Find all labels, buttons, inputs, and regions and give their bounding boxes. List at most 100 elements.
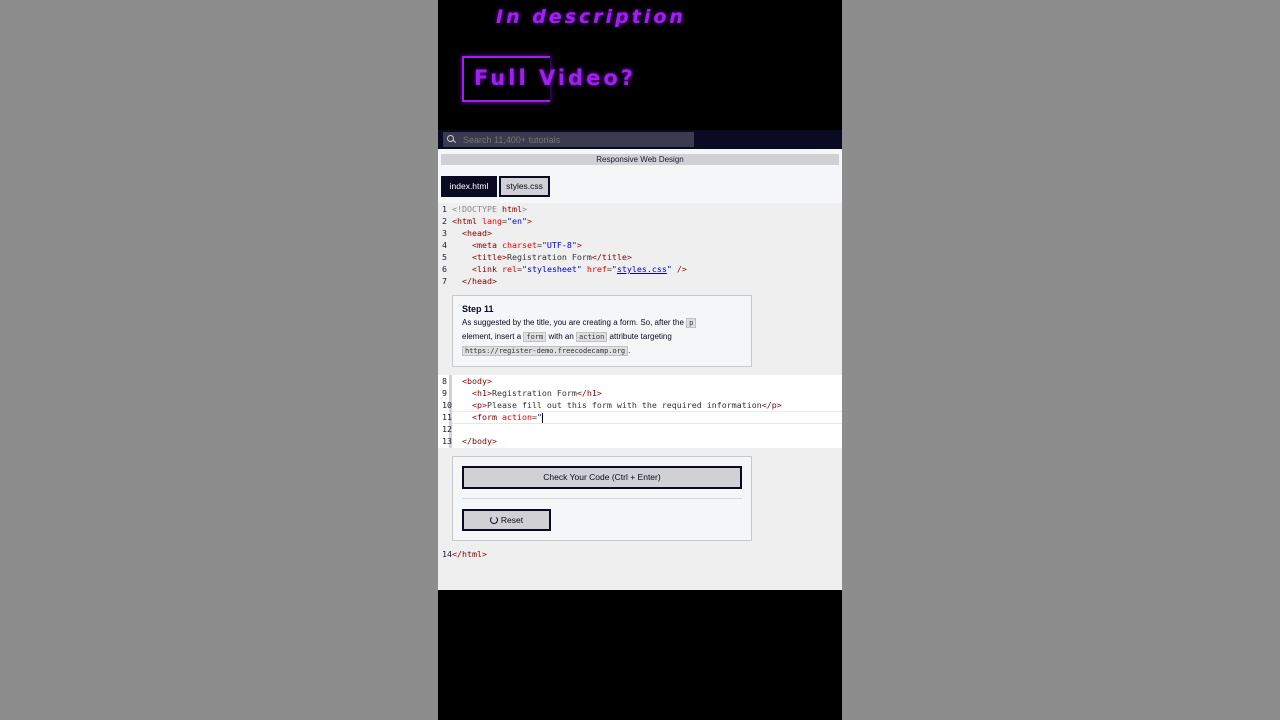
step-text-1: As suggested by the title, you are creat… [462, 318, 687, 327]
code-token: </title> [591, 252, 632, 262]
promo-subheading: Full Video? [474, 66, 636, 90]
blurred-background-left [0, 0, 438, 720]
reset-button[interactable]: Reset [462, 509, 551, 531]
lesson-content: Responsive Web Design index.html styles.… [438, 149, 842, 590]
code-token: <h1> [471, 388, 492, 398]
code-token: <head> [462, 228, 492, 238]
code-token: <html [452, 216, 482, 226]
step-instructions: Step 11 As suggested by the title, you a… [452, 295, 752, 367]
line-number: 6 [442, 264, 447, 274]
code-token: > [526, 216, 532, 226]
line-number: 8 [442, 376, 447, 386]
code-text: <meta charset="UTF-8"> [452, 239, 582, 251]
promo-heading: In description [496, 6, 686, 28]
code-text: <form action=" [452, 411, 543, 423]
code-token: > [576, 240, 582, 250]
code-text: <!DOCTYPE html> [452, 203, 527, 215]
code-token: <body> [462, 376, 492, 386]
line-number: 12 [442, 424, 452, 434]
divider [462, 498, 742, 499]
code-token: <link [471, 264, 502, 274]
code-token: "UTF-8" [541, 240, 577, 250]
code-token: styles.css [616, 264, 667, 274]
step-text-4: attribute targeting [607, 332, 672, 341]
code-token: "stylesheet" [521, 264, 587, 274]
code-token: <p> [471, 400, 487, 410]
code-token: html [501, 204, 522, 214]
code-token: <form [471, 412, 502, 422]
code-text: <link rel="stylesheet" href="styles.css"… [452, 263, 687, 275]
breadcrumb[interactable]: Responsive Web Design [441, 154, 839, 165]
inline-code-form: form [523, 332, 547, 342]
line-number: 9 [442, 388, 447, 398]
code-text: </head> [452, 275, 497, 287]
code-text: <html lang="en"> [452, 215, 532, 227]
inline-code-p: p [686, 318, 697, 328]
code-token: Registration Form [506, 252, 592, 262]
step-text-2: element, insert a [462, 332, 524, 341]
code-text: <body> [452, 375, 492, 387]
step-description: As suggested by the title, you are creat… [462, 316, 742, 358]
tab-styles-css[interactable]: styles.css [499, 176, 550, 197]
line-number: 13 [442, 436, 452, 446]
step-text-5: . [628, 346, 631, 355]
code-token: </head> [462, 276, 497, 286]
editable-region[interactable]: 8 <body> 9 <h1>Registration Form</h1> 10 <… [438, 375, 842, 448]
code-text: <h1>Registration Form</h1> [452, 387, 602, 399]
code-text: </body> [452, 435, 497, 447]
step-text-3: with an [546, 332, 577, 341]
text-cursor [541, 412, 543, 423]
step-title: Step 11 [462, 304, 494, 314]
code-token: lang [481, 216, 502, 226]
code-text: </html> [452, 548, 487, 560]
code-token: </body> [462, 436, 497, 446]
code-token: "en" [506, 216, 527, 226]
code-token: action [501, 412, 532, 422]
tab-index-html[interactable]: index.html [441, 176, 497, 197]
code-token: href [586, 264, 607, 274]
code-token: rel [501, 264, 517, 274]
code-token: Please fill out this form with the requi… [486, 400, 762, 410]
code-text: <head> [452, 227, 492, 239]
code-token: </p> [761, 400, 782, 410]
blurred-background-right [842, 0, 1280, 720]
code-text: <title>Registration Form</title> [452, 251, 632, 263]
inline-code-action: action [576, 332, 608, 342]
code-token: charset [501, 240, 537, 250]
inline-code-url: https://register-demo.freecodecamp.org [462, 346, 629, 356]
reset-label: Reset [500, 515, 524, 525]
video-frame: In description Full Video? Responsive We… [438, 0, 842, 720]
line-number: 4 [442, 240, 447, 250]
line-number: 3 [442, 228, 447, 238]
top-navbar [438, 130, 842, 149]
code-token: <!DOCTYPE [452, 204, 502, 214]
code-token: /> [676, 264, 687, 274]
line-number: 11 [442, 412, 452, 422]
code-editor[interactable]: 1 <!DOCTYPE html> 2 <html lang="en"> 3 <head… [438, 203, 842, 590]
line-number: 10 [442, 400, 452, 410]
search-input[interactable] [463, 134, 683, 145]
line-number: 2 [442, 216, 447, 226]
code-token: > [521, 204, 527, 214]
line-number: 14 [442, 549, 452, 559]
line-number: 7 [442, 276, 447, 286]
code-token: Registration Form [491, 388, 577, 398]
search-bar[interactable] [443, 132, 694, 147]
code-token: </html> [452, 549, 487, 559]
code-text: <p>Please fill out this form with the re… [452, 399, 782, 411]
check-code-button[interactable]: Check Your Code (Ctrl + Enter) [462, 466, 742, 489]
code-token: </h1> [576, 388, 602, 398]
code-token: <meta [471, 240, 502, 250]
reset-icon [489, 516, 498, 524]
line-number: 1 [442, 204, 447, 214]
